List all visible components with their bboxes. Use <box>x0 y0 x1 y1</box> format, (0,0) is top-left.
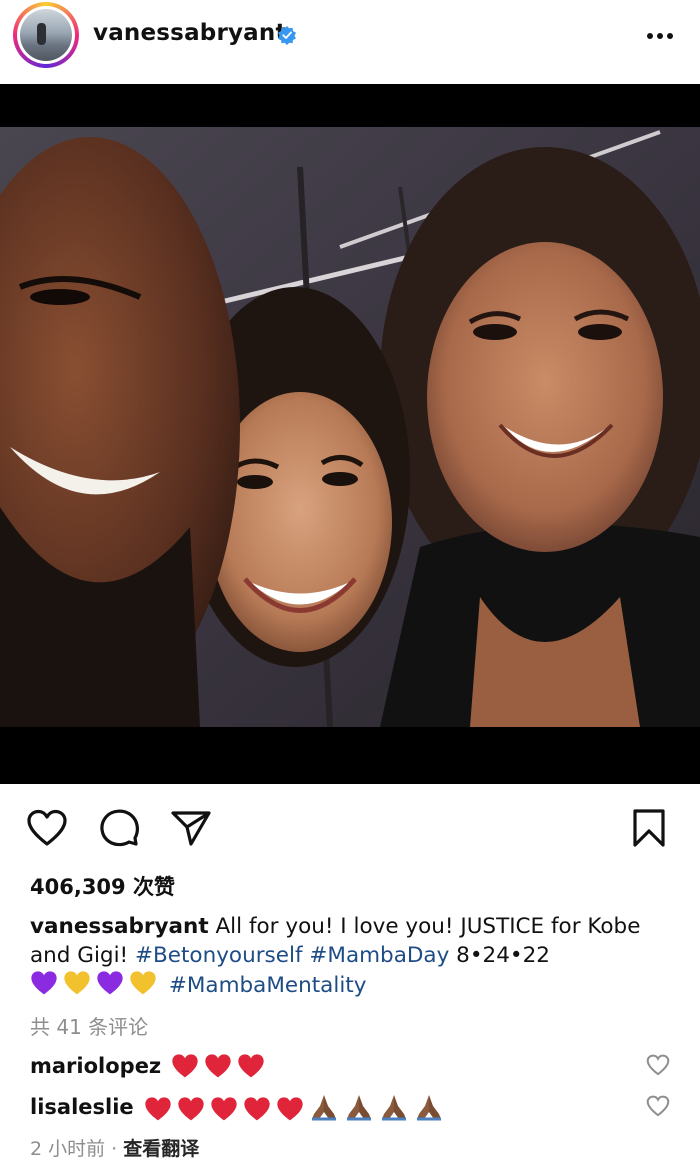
caption-username[interactable]: vanessabryant <box>30 914 209 939</box>
post-photo[interactable] <box>0 127 700 727</box>
red-heart-emoji-icon <box>205 1053 231 1077</box>
selfie-photo-illustration <box>0 127 700 727</box>
avatar-image <box>20 9 72 61</box>
praying-hands-icon <box>311 1094 336 1120</box>
separator-dot: · <box>105 1138 124 1160</box>
post-time-row: 2 小时前 · 查看翻译 <box>30 1134 199 1161</box>
comment-emojis <box>144 1092 449 1123</box>
action-bar <box>0 800 700 856</box>
red-heart-emoji-icon <box>144 1096 171 1120</box>
more-options-button[interactable] <box>646 22 674 50</box>
likes-count[interactable]: 406,309 次赞 <box>30 871 175 901</box>
praying-hands-icon <box>346 1094 371 1120</box>
hashtag-betonyourself[interactable]: #Betonyourself <box>135 943 303 968</box>
save-bookmark-icon[interactable] <box>632 808 666 848</box>
comment-bubble-icon[interactable] <box>98 808 140 848</box>
red-heart-emoji-icon <box>210 1096 237 1120</box>
red-heart-emoji-icon <box>276 1096 303 1120</box>
post-header: vanessabryant <box>0 0 700 84</box>
comment-username[interactable]: lisaleslie <box>30 1095 134 1119</box>
post-timestamp: 2 小时前 <box>30 1138 106 1160</box>
yellow-heart-emoji-icon <box>64 971 90 995</box>
verified-badge-icon <box>278 26 296 45</box>
see-translation-link[interactable]: 查看翻译 <box>123 1138 199 1160</box>
comment-row: mariolopez <box>30 1049 670 1083</box>
comment-emojis <box>171 1053 270 1080</box>
yellow-heart-emoji-icon <box>130 971 156 995</box>
comment-like-heart-icon[interactable] <box>646 1054 670 1076</box>
praying-hands-icon <box>381 1094 406 1120</box>
red-heart-emoji-icon <box>172 1053 198 1077</box>
caption-date: 8•24•22 <box>449 943 550 968</box>
like-heart-icon[interactable] <box>26 809 68 847</box>
praying-hands-icon <box>416 1094 441 1120</box>
red-heart-emoji-icon <box>177 1096 204 1120</box>
post-caption: vanessabryant All for you! I love you! J… <box>30 912 670 1000</box>
view-all-comments-link[interactable]: 共 41 条评论 <box>30 1011 148 1040</box>
comment-row: lisaleslie <box>30 1090 670 1124</box>
post-username[interactable]: vanessabryant <box>93 20 287 46</box>
red-heart-emoji-icon <box>238 1053 264 1077</box>
avatar-frame <box>17 6 75 64</box>
hashtag-mambaday[interactable]: #MambaDay <box>309 943 449 968</box>
comment-like-heart-icon[interactable] <box>646 1095 670 1117</box>
avatar[interactable] <box>13 2 79 68</box>
hashtag-mambamentality[interactable]: #MambaMentality <box>169 973 367 998</box>
comment-username[interactable]: mariolopez <box>30 1054 161 1078</box>
purple-heart-emoji-icon <box>97 971 123 995</box>
more-dots-icon <box>647 33 673 39</box>
share-send-icon[interactable] <box>170 809 212 847</box>
caption-heart-emojis <box>30 971 162 998</box>
red-heart-emoji-icon <box>243 1096 270 1120</box>
purple-heart-emoji-icon <box>31 971 57 995</box>
